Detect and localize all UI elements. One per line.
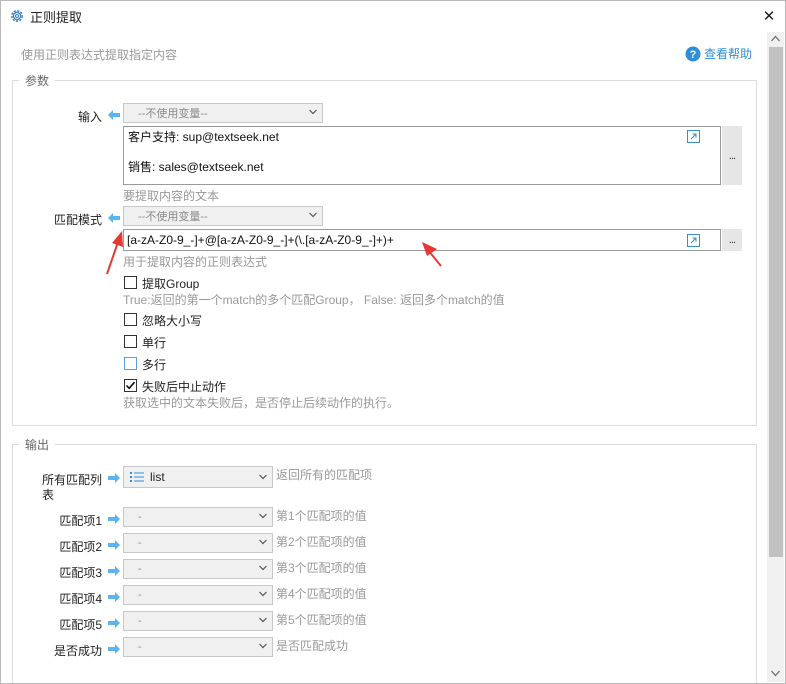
- output-group-label: 输出: [19, 436, 56, 453]
- extract-group-label: 提取Group: [142, 277, 200, 291]
- output-match3-hint: 第3个匹配项的值: [276, 561, 367, 575]
- input-text-line1: 客户支持: sup@textseek.net: [128, 130, 279, 144]
- chevron-down-icon: [309, 212, 317, 218]
- annotation-arrow-icon: [106, 231, 123, 275]
- output-match1-label: 匹配项1: [59, 514, 102, 528]
- output-match4-select[interactable]: -: [123, 585, 273, 605]
- dialog-description: 使用正则表达式提取指定内容: [21, 48, 178, 62]
- output-match3-value: -: [138, 563, 142, 575]
- params-group-label: 参数: [19, 72, 56, 89]
- output-success-value: -: [138, 641, 142, 653]
- gear-icon: [11, 10, 23, 22]
- output-match2-value: -: [138, 537, 142, 549]
- input-label: 输入: [77, 110, 102, 124]
- chevron-down-icon: [259, 591, 267, 597]
- chevron-down-icon: [259, 565, 267, 571]
- list-icon: [130, 472, 144, 482]
- input-variable-select[interactable]: --不使用变量--: [123, 103, 323, 123]
- pattern-hint: 用于提取内容的正则表达式: [123, 255, 268, 269]
- chevron-down-icon: [259, 643, 267, 649]
- output-match4-value: -: [138, 589, 142, 601]
- output-match3-select[interactable]: -: [123, 559, 273, 579]
- input-hint: 要提取内容的文本: [123, 189, 220, 203]
- output-match1-select[interactable]: -: [123, 507, 273, 527]
- output-match1-value: -: [138, 511, 142, 523]
- arrow-right-icon: [108, 592, 120, 602]
- output-match2-label: 匹配项2: [59, 540, 102, 554]
- stop-on-fail-label: 失败后中止动作: [142, 380, 227, 394]
- close-icon: ✕: [762, 8, 776, 25]
- single-line-checkbox[interactable]: [124, 335, 137, 348]
- arrow-right-icon: [108, 540, 120, 550]
- ignore-case-label: 忽略大小写: [142, 314, 203, 328]
- more-button-label: ...: [728, 234, 736, 246]
- chevron-down-icon: [259, 513, 267, 519]
- scroll-down-icon[interactable]: [771, 670, 780, 677]
- arrow-right-icon: [108, 566, 120, 576]
- output-match5-hint: 第5个匹配项的值: [276, 613, 367, 627]
- pattern-variable-select-value: --不使用变量--: [138, 211, 208, 223]
- window-title: 正则提取: [30, 10, 83, 25]
- output-match1-hint: 第1个匹配项的值: [276, 509, 367, 523]
- help-icon: ?: [685, 46, 701, 61]
- single-line-label: 单行: [142, 336, 167, 350]
- output-match2-hint: 第2个匹配项的值: [276, 535, 367, 549]
- output-success-hint: 是否匹配成功: [276, 639, 349, 653]
- output-match2-select[interactable]: -: [123, 533, 273, 553]
- output-all-matches-label-wrap: 表: [42, 488, 55, 502]
- chevron-down-icon: [259, 617, 267, 623]
- output-success-select[interactable]: -: [123, 637, 273, 657]
- checkmark-icon: [125, 381, 136, 390]
- input-more-button[interactable]: ...: [722, 126, 742, 185]
- output-match3-label: 匹配项3: [59, 566, 102, 580]
- arrow-left-icon: [108, 110, 120, 120]
- input-text-line2: 销售: sales@textseek.net: [128, 160, 264, 174]
- output-all-matches-value: list: [150, 470, 165, 484]
- scrollbar-thumb[interactable]: [769, 47, 783, 557]
- arrow-left-icon: [108, 213, 120, 223]
- title-bar: 正则提取 ✕: [0, 0, 786, 32]
- arrow-right-icon: [108, 473, 120, 483]
- output-all-matches-select[interactable]: list: [123, 466, 273, 488]
- more-button-label: ...: [728, 149, 736, 162]
- arrow-right-icon: [108, 514, 120, 524]
- multi-line-checkbox[interactable]: [124, 357, 137, 370]
- expand-icon[interactable]: [687, 234, 700, 247]
- ignore-case-checkbox[interactable]: [124, 313, 137, 326]
- help-link[interactable]: ? 查看帮助: [685, 45, 752, 62]
- arrow-right-icon: [108, 618, 120, 628]
- output-all-matches-hint: 返回所有的匹配项: [276, 468, 373, 482]
- expand-icon[interactable]: [687, 130, 700, 143]
- close-button[interactable]: ✕: [756, 4, 782, 28]
- output-match5-label: 匹配项5: [59, 618, 102, 632]
- input-variable-select-value: --不使用变量--: [138, 108, 208, 120]
- output-match4-label: 匹配项4: [59, 592, 102, 606]
- pattern-more-button[interactable]: ...: [722, 229, 742, 251]
- output-match5-select[interactable]: -: [123, 611, 273, 631]
- chevron-down-icon: [259, 539, 267, 545]
- extract-group-checkbox[interactable]: [124, 276, 137, 289]
- pattern-value: [a-zA-Z0-9_-]+@[a-zA-Z0-9_-]+(\.[a-zA-Z0…: [127, 233, 394, 247]
- stop-on-fail-hint: 获取选中的文本失败后，是否停止后续动作的执行。: [123, 396, 400, 410]
- help-link-label: 查看帮助: [704, 47, 753, 61]
- output-match4-hint: 第4个匹配项的值: [276, 587, 367, 601]
- pattern-variable-select[interactable]: --不使用变量--: [123, 206, 323, 226]
- extract-group-hint: True:返回的第一个match的多个匹配Group， False: 返回多个m…: [123, 293, 505, 307]
- scroll-up-icon[interactable]: [771, 35, 780, 42]
- output-success-label: 是否成功: [53, 644, 102, 658]
- annotation-arrow-icon: [422, 242, 442, 267]
- multi-line-label: 多行: [142, 358, 167, 372]
- stop-on-fail-checkbox[interactable]: [124, 379, 137, 392]
- arrow-right-icon: [108, 644, 120, 654]
- chevron-down-icon: [309, 109, 317, 115]
- input-textarea[interactable]: 客户支持: sup@textseek.net 销售: sales@textsee…: [123, 126, 721, 185]
- svg-text:?: ?: [690, 49, 697, 61]
- chevron-down-icon: [259, 474, 267, 480]
- pattern-label: 匹配模式: [53, 213, 102, 227]
- output-match5-value: -: [138, 615, 142, 627]
